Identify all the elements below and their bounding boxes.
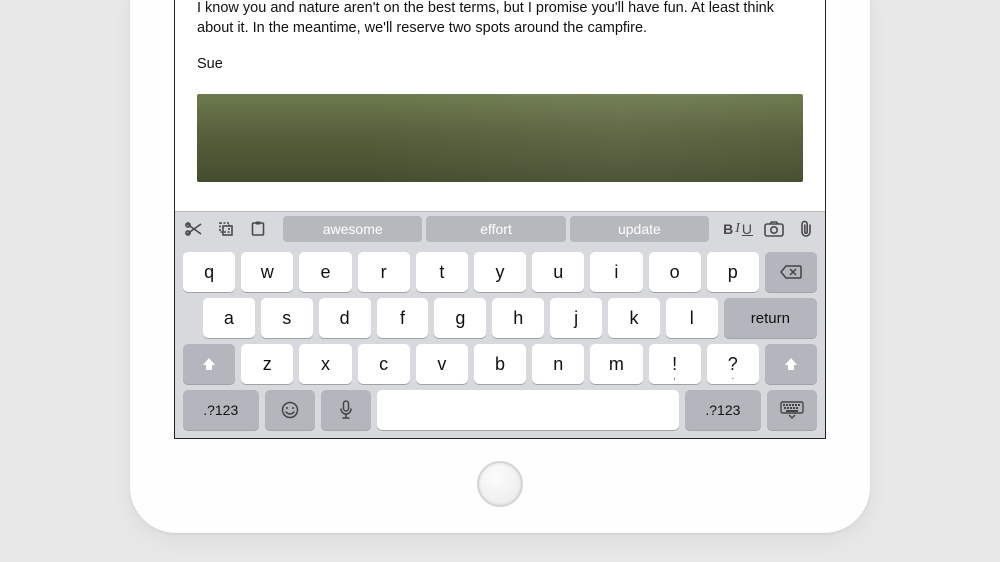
key-a[interactable]: a [203,298,255,338]
mode-key-right[interactable]: .?123 [685,390,761,430]
key-f[interactable]: f [377,298,429,338]
email-body-text: I know you and nature aren't on the best… [197,0,803,38]
key-o[interactable]: o [649,252,701,292]
emoji-key[interactable] [265,390,315,430]
dismiss-keyboard-key[interactable] [767,390,817,430]
key-v[interactable]: v [416,344,468,384]
cut-icon[interactable] [183,218,205,240]
attachment-icon[interactable] [795,218,817,240]
key-s[interactable]: s [261,298,313,338]
key-t[interactable]: t [416,252,468,292]
dictation-key[interactable] [321,390,371,430]
key-n[interactable]: n [532,344,584,384]
shift-key-right[interactable] [765,344,817,384]
keyboard-toolbar: awesome effort update B I U [175,212,825,246]
key-u[interactable]: u [532,252,584,292]
mode-key-left[interactable]: .?123 [183,390,259,430]
key-g[interactable]: g [434,298,486,338]
format-italic-label: I [735,221,741,237]
onscreen-keyboard: awesome effort update B I U q [175,211,825,438]
return-key[interactable]: return [724,298,817,338]
format-biu-button[interactable]: B I U [723,221,753,237]
keyboard-row-2: a s d f g h j k l return [175,292,825,338]
key-e[interactable]: e [299,252,351,292]
key-q[interactable]: q [183,252,235,292]
suggestion-2[interactable]: effort [426,216,565,242]
key-p[interactable]: p [707,252,759,292]
key-i[interactable]: i [590,252,642,292]
key-j[interactable]: j [550,298,602,338]
screen: I know you and nature aren't on the best… [174,0,826,439]
copy-icon[interactable] [215,218,237,240]
shift-key-left[interactable] [183,344,235,384]
keyboard-row-1: q w e r t y u i o p [175,246,825,292]
key-r[interactable]: r [358,252,410,292]
key-b[interactable]: b [474,344,526,384]
key-bottom-label: . [731,371,734,382]
keyboard-row-3: z x c v b n m ! , ? . [175,338,825,384]
suggestion-bar: awesome effort update [279,216,713,242]
email-attached-image[interactable] [197,94,803,182]
key-d[interactable]: d [319,298,371,338]
key-z[interactable]: z [241,344,293,384]
suggestion-1[interactable]: awesome [283,216,422,242]
key-y[interactable]: y [474,252,526,292]
key-question-period[interactable]: ? . [707,344,759,384]
key-k[interactable]: k [608,298,660,338]
paste-icon[interactable] [247,218,269,240]
key-c[interactable]: c [358,344,410,384]
key-x[interactable]: x [299,344,351,384]
email-signoff: Sue [197,56,803,72]
keyboard-row-4: .?123 .?123 [175,384,825,438]
key-bottom-label: , [673,371,676,382]
suggestion-3[interactable]: update [570,216,709,242]
camera-icon[interactable] [763,218,785,240]
home-button[interactable] [477,461,523,507]
key-w[interactable]: w [241,252,293,292]
email-content-area[interactable]: I know you and nature aren't on the best… [175,0,825,211]
key-m[interactable]: m [590,344,642,384]
backspace-key[interactable] [765,252,817,292]
format-bold-label: B [723,221,734,237]
key-exclaim-comma[interactable]: ! , [649,344,701,384]
key-h[interactable]: h [492,298,544,338]
key-l[interactable]: l [666,298,718,338]
format-underline-label: U [742,221,753,237]
space-key[interactable] [377,390,679,430]
ipad-device-frame: I know you and nature aren't on the best… [130,0,870,533]
